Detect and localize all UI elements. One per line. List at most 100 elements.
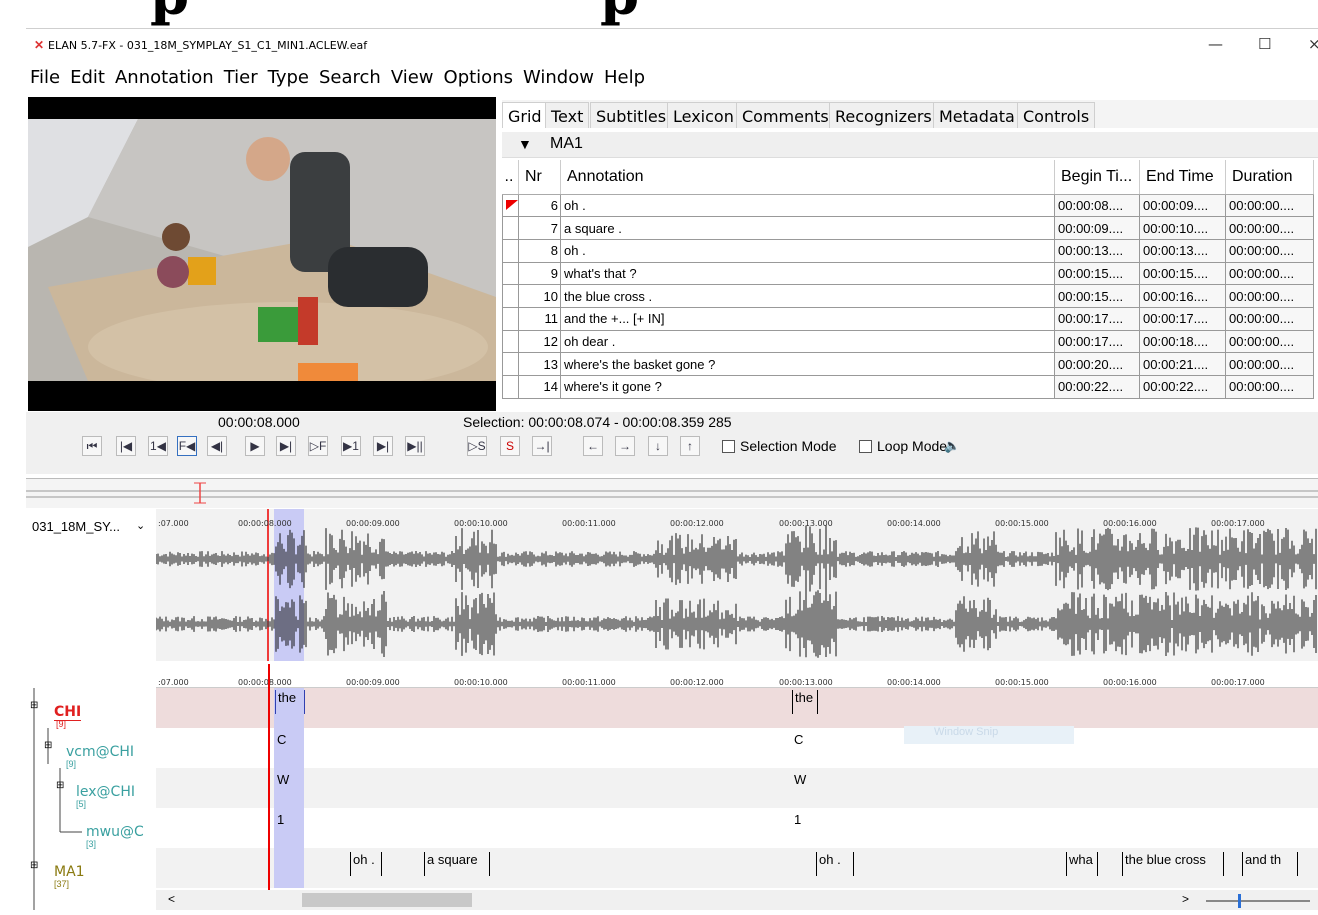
media-selector[interactable]: 031_18M_SY...: [32, 519, 120, 534]
annotation-vcm-1[interactable]: C: [275, 732, 305, 756]
menu-tier[interactable]: Tier: [224, 64, 258, 88]
loop-mode-checkbox[interactable]: [859, 440, 872, 453]
previous-second-button[interactable]: 1◀: [148, 436, 168, 456]
table-row[interactable]: 6 oh . 00:00:08.... 00:00:09.... 00:00:00...…: [502, 193, 1314, 218]
tier-row-chi[interactable]: [156, 688, 1318, 728]
tab-grid[interactable]: Grid: [502, 102, 548, 128]
tier-row-mwu[interactable]: [156, 808, 1318, 848]
col-duration[interactable]: Duration: [1225, 160, 1314, 195]
annotation-ruler[interactable]: :07.000 00:00:08.000 00:00:09.000 00:00:…: [156, 664, 1318, 688]
annotation-ma1-3[interactable]: oh .: [816, 852, 854, 876]
tier-count-mwu: [3]: [86, 839, 97, 849]
menu-annotation[interactable]: Annotation: [115, 64, 214, 88]
scroll-left-button[interactable]: <: [168, 892, 175, 906]
tab-lexicon[interactable]: Lexicon: [667, 102, 740, 128]
tier-name-mwu[interactable]: mwu@C: [86, 824, 144, 840]
tier-name-ma1[interactable]: MA1: [54, 864, 85, 880]
expand-icon[interactable]: ⊞: [30, 860, 38, 871]
crosshair-cursor[interactable]: [268, 664, 270, 890]
col-begin-time[interactable]: Begin Ti...: [1054, 160, 1140, 195]
table-row[interactable]: 7a square . 00:00:09.... 00:00:10.... 00:00…: [502, 216, 1314, 240]
table-row[interactable]: 12 oh dear . 00:00:17.... 00:00:18.... 00:00…: [502, 329, 1314, 354]
annotation-chi-1[interactable]: the: [275, 690, 305, 714]
expand-icon[interactable]: ⊞: [44, 740, 52, 751]
col-end-time[interactable]: End Time: [1139, 160, 1226, 195]
annotation-ma1-5[interactable]: the blue cross: [1122, 852, 1224, 876]
col-annotation[interactable]: Annotation: [560, 160, 1055, 195]
tier-name-vcm[interactable]: vcm@CHI: [66, 744, 134, 760]
menu-file[interactable]: File: [30, 64, 60, 88]
waveform-view[interactable]: [155, 509, 1318, 661]
menu-help[interactable]: Help: [604, 64, 645, 88]
next-second-button[interactable]: ▶1: [341, 436, 361, 456]
tier-row-vcm[interactable]: [156, 728, 1318, 768]
next-frame-button[interactable]: ▷F: [308, 436, 328, 456]
annotation-mwu-1[interactable]: 1: [275, 812, 305, 836]
menu-edit[interactable]: Edit: [70, 64, 105, 88]
next-scrollview-button[interactable]: ▶|: [373, 436, 393, 456]
play-selection-button[interactable]: ▷S: [467, 436, 487, 456]
col-nr[interactable]: Nr: [518, 160, 561, 195]
tab-controls[interactable]: Controls: [1017, 102, 1096, 128]
previous-frame-button[interactable]: F◀: [177, 436, 197, 456]
chevron-down-icon[interactable]: ⌄: [136, 519, 145, 532]
clear-selection-button[interactable]: S: [500, 436, 520, 456]
selection-mode-checkbox[interactable]: [722, 440, 735, 453]
selection-boundary-button[interactable]: →|: [532, 436, 552, 456]
annotation-ma1-6[interactable]: and th: [1242, 852, 1298, 876]
table-row[interactable]: 9 what's that ? 00:00:15.... 00:00:15.... 00…: [502, 261, 1314, 286]
zoom-slider-thumb[interactable]: [1238, 894, 1241, 908]
previous-pixel-button[interactable]: ◀|: [207, 436, 227, 456]
next-pixel-button[interactable]: ▶|: [276, 436, 296, 456]
annotation-ma1-4[interactable]: wha: [1066, 852, 1098, 876]
zoom-slider-track[interactable]: [1206, 900, 1310, 902]
maximize-button[interactable]: ☐: [1258, 35, 1271, 53]
video-viewer[interactable]: [28, 97, 496, 411]
table-row[interactable]: 13 where's the basket gone ? 00:00:20.... 0…: [502, 352, 1314, 376]
scrollbar-thumb[interactable]: [302, 893, 472, 907]
tier-up-button[interactable]: ↑: [680, 436, 700, 456]
annotation-chi-2[interactable]: the: [792, 690, 818, 714]
annotation-lex-1[interactable]: W: [275, 772, 305, 796]
grid-tier-selector[interactable]: ▼ MA1: [502, 132, 1318, 158]
menu-search[interactable]: Search: [319, 64, 381, 88]
close-button[interactable]: ×: [1308, 35, 1318, 53]
expand-icon[interactable]: ⊞: [30, 700, 38, 711]
tier-down-button[interactable]: ↓: [648, 436, 668, 456]
tier-row-lex[interactable]: [156, 768, 1318, 808]
horizontal-scrollbar[interactable]: < >: [156, 890, 1318, 910]
annotation-ma1-1[interactable]: oh .: [350, 852, 382, 876]
go-to-end-button[interactable]: ▶||: [405, 436, 425, 456]
menu-type[interactable]: Type: [268, 64, 309, 88]
previous-scrollview-button[interactable]: |◀: [116, 436, 136, 456]
tab-comments[interactable]: Comments: [736, 102, 835, 128]
table-row[interactable]: 11 and the +... [+ IN] 00:00:17.... 00:00:1…: [502, 306, 1314, 331]
tab-recognizers[interactable]: Recognizers: [829, 102, 938, 128]
previous-annotation-button[interactable]: ←: [583, 436, 603, 456]
dropdown-arrow-icon[interactable]: ▼: [518, 136, 532, 152]
annotation-mwu-2[interactable]: 1: [792, 812, 818, 836]
minimize-button[interactable]: —: [1208, 35, 1223, 53]
table-row[interactable]: 10 the blue cross . 00:00:15.... 00:00:16..…: [502, 284, 1314, 308]
menu-window[interactable]: Window: [523, 64, 594, 88]
go-to-begin-button[interactable]: ⏮: [82, 436, 102, 456]
next-annotation-button[interactable]: →: [615, 436, 635, 456]
menu-options[interactable]: Options: [444, 64, 513, 88]
scroll-right-button[interactable]: >: [1182, 892, 1189, 906]
timeline-overview-ruler[interactable]: [26, 478, 1318, 508]
tab-subtitles[interactable]: Subtitles: [590, 102, 673, 128]
media-controls: 00:00:08.000 Selection: 00:00:08.074 - 0…: [26, 412, 1318, 474]
table-row[interactable]: 8 oh . 00:00:13.... 00:00:13.... 00:00:00...…: [502, 238, 1314, 263]
tab-text[interactable]: Text: [545, 102, 590, 128]
menu-view[interactable]: View: [391, 64, 434, 88]
annotation-ma1-2[interactable]: a square: [424, 852, 490, 876]
tab-metadata[interactable]: Metadata: [933, 102, 1021, 128]
table-row[interactable]: 14 where's it gone ? 00:00:22.... 00:00:22.…: [502, 375, 1314, 399]
expand-icon[interactable]: ⊞: [56, 780, 64, 791]
annotation-vcm-2[interactable]: C: [792, 732, 818, 756]
tier-name-lex[interactable]: lex@CHI: [76, 784, 135, 800]
col-dots[interactable]: ..: [502, 160, 519, 195]
play-button[interactable]: ▶: [245, 436, 265, 456]
annotation-lex-2[interactable]: W: [792, 772, 818, 796]
speaker-icon[interactable]: 🔈: [944, 438, 960, 454]
